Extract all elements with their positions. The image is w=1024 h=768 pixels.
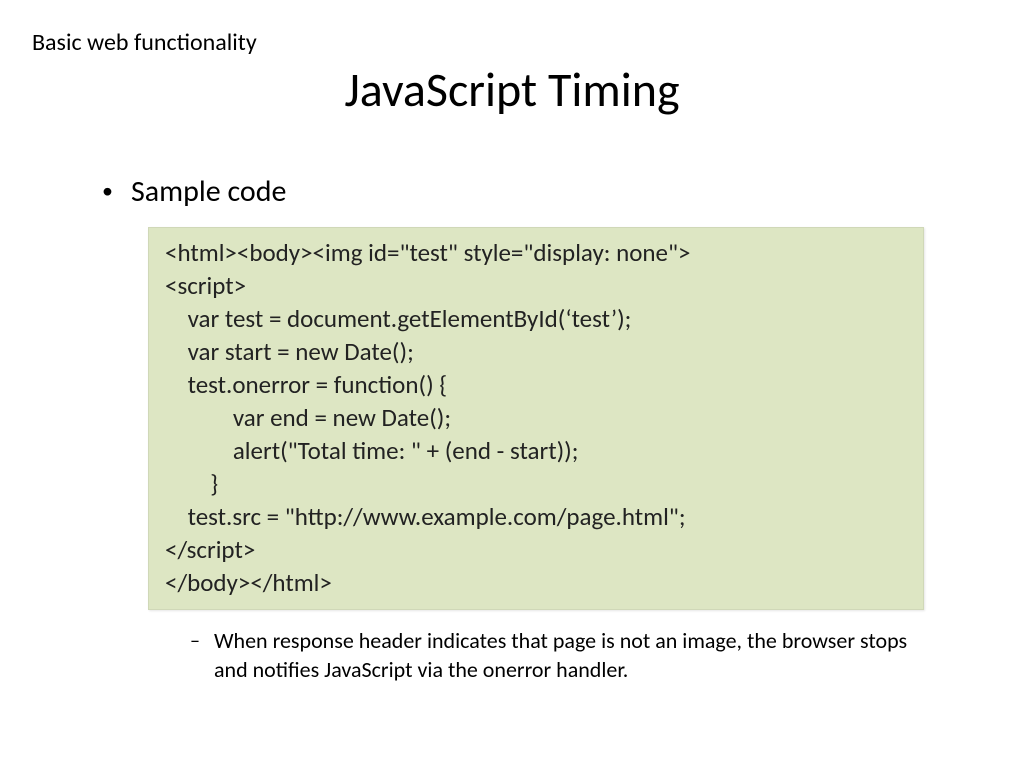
page-topic: Basic web functionality — [32, 28, 257, 57]
dash-icon: – — [190, 627, 200, 655]
code-block: <html><body><img id="test" style="displa… — [148, 227, 924, 610]
bullet-dot-icon: • — [102, 175, 113, 207]
bullet-label: Sample code — [131, 175, 286, 209]
note-row: – When response header indicates that pa… — [190, 626, 914, 684]
breadcrumb-text: Basic web functionality — [32, 28, 257, 57]
code-text: <html><body><img id="test" style="displa… — [165, 237, 690, 598]
note-text: When response header indicates that page… — [214, 626, 914, 684]
slide-title: JavaScript Timing — [0, 60, 1024, 119]
slide-title-text: JavaScript Timing — [344, 60, 679, 119]
bullet-main: • Sample code — [102, 175, 964, 209]
slide-content: • Sample code <html><body><img id="test"… — [0, 175, 1024, 684]
note-block: – When response header indicates that pa… — [190, 626, 914, 684]
